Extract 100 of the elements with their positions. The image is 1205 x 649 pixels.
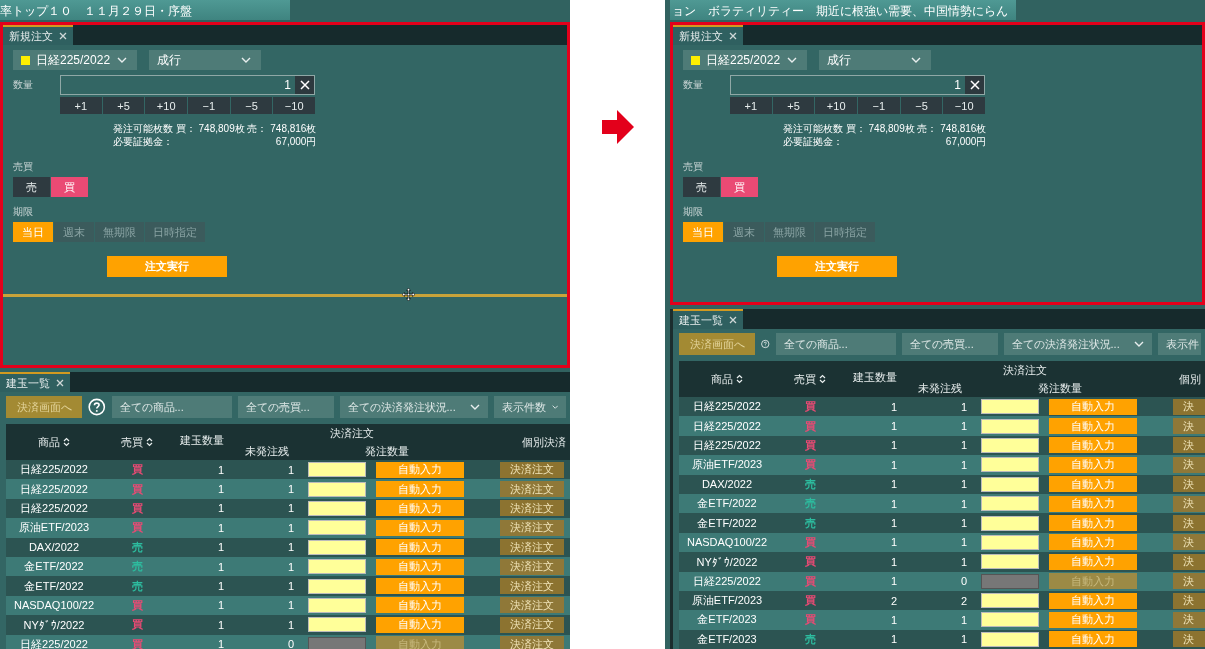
step-button[interactable]: +5: [102, 97, 145, 114]
side-button[interactable]: 売: [683, 177, 720, 197]
settle-order-button[interactable]: 決: [1173, 476, 1205, 493]
column-header[interactable]: 商品: [6, 434, 102, 450]
side-button[interactable]: 売: [13, 177, 50, 197]
order-quantity-field[interactable]: [308, 597, 366, 613]
settle-order-button[interactable]: 決: [1173, 534, 1205, 551]
settle-order-button[interactable]: 決済注文: [500, 461, 564, 478]
order-type-dropdown[interactable]: 成行: [149, 50, 261, 70]
term-button[interactable]: 当日: [683, 222, 723, 242]
submit-order-button[interactable]: 注文実行: [777, 256, 897, 277]
term-button[interactable]: 当日: [13, 222, 53, 242]
news-ticker[interactable]: ョン ボラティリティー 期近に根強い需要、中国情勢にらん: [670, 0, 1016, 20]
auto-input-button[interactable]: 自動入力: [1049, 592, 1137, 609]
settle-order-button[interactable]: 決済注文: [500, 578, 564, 595]
order-tab[interactable]: 新規注文: [673, 25, 743, 45]
column-header[interactable]: 商品: [679, 371, 775, 387]
settlement-screen-button[interactable]: 決済画面へ: [679, 333, 755, 355]
settle-order-button[interactable]: 決済注文: [500, 597, 564, 614]
order-quantity-field[interactable]: [981, 418, 1039, 434]
auto-input-button[interactable]: 自動入力: [1049, 612, 1137, 628]
order-quantity-field[interactable]: [308, 617, 366, 633]
order-quantity-field[interactable]: [981, 476, 1039, 492]
step-button[interactable]: −5: [900, 97, 943, 114]
order-quantity-field[interactable]: [981, 515, 1039, 531]
term-button[interactable]: 日時指定: [145, 222, 205, 242]
settle-order-button[interactable]: 決: [1173, 592, 1205, 609]
order-quantity-field[interactable]: [981, 554, 1039, 570]
order-quantity-field[interactable]: [308, 500, 366, 516]
term-button[interactable]: 無期限: [765, 222, 814, 242]
auto-input-button[interactable]: 自動入力: [1049, 456, 1137, 473]
filter-dropdown[interactable]: 全ての決済発注状況...: [1003, 333, 1152, 355]
order-quantity-field[interactable]: [981, 496, 1039, 512]
filter-field[interactable]: 全ての売買...: [237, 396, 334, 418]
settle-order-button[interactable]: 決: [1173, 418, 1205, 435]
auto-input-button[interactable]: 自動入力: [1049, 418, 1137, 435]
column-header[interactable]: 売買: [102, 434, 172, 450]
order-tab[interactable]: 新規注文: [3, 25, 73, 45]
order-quantity-field[interactable]: [981, 534, 1039, 550]
settle-order-button[interactable]: 決: [1173, 437, 1205, 454]
step-button[interactable]: −1: [188, 97, 230, 114]
settle-order-button[interactable]: 決済注文: [500, 481, 564, 498]
term-button[interactable]: 日時指定: [815, 222, 875, 242]
filter-dropdown[interactable]: 全ての決済発注状況...: [339, 396, 488, 418]
step-button[interactable]: −1: [858, 97, 900, 114]
filter-field[interactable]: 全ての売買...: [901, 333, 998, 355]
settle-order-button[interactable]: 決: [1173, 495, 1205, 512]
auto-input-button[interactable]: 自動入力: [376, 500, 464, 517]
auto-input-button[interactable]: 自動入力: [1049, 476, 1137, 493]
auto-input-button[interactable]: 自動入力: [376, 461, 464, 478]
splitter-handle[interactable]: [3, 294, 567, 297]
step-button[interactable]: +5: [772, 97, 815, 114]
settle-order-button[interactable]: 決済注文: [500, 558, 564, 575]
step-button[interactable]: +10: [815, 97, 857, 114]
submit-order-button[interactable]: 注文実行: [107, 256, 227, 277]
auto-input-button[interactable]: 自動入力: [376, 519, 464, 536]
order-quantity-field[interactable]: [981, 612, 1039, 628]
auto-input-button[interactable]: 自動入力: [1049, 495, 1137, 512]
order-quantity-field[interactable]: [981, 457, 1039, 473]
auto-input-button[interactable]: 自動入力: [1049, 437, 1137, 454]
auto-input-button[interactable]: 自動入力: [376, 539, 464, 556]
positions-tab[interactable]: 建玉一覧: [673, 309, 743, 329]
auto-input-button[interactable]: 自動入力: [376, 558, 464, 575]
settle-order-button[interactable]: 決済注文: [500, 616, 564, 633]
order-type-dropdown[interactable]: 成行: [819, 50, 931, 70]
term-button[interactable]: 無期限: [95, 222, 144, 242]
order-quantity-field[interactable]: [981, 399, 1039, 415]
auto-input-button[interactable]: 自動入力: [1049, 534, 1137, 551]
auto-input-button[interactable]: 自動入力: [376, 578, 464, 595]
order-quantity-field[interactable]: [308, 462, 366, 478]
settle-order-button[interactable]: 決済注文: [500, 500, 564, 517]
order-quantity-field[interactable]: [308, 559, 366, 575]
order-quantity-field[interactable]: [981, 631, 1039, 647]
order-quantity-field[interactable]: [981, 593, 1039, 609]
filter-field[interactable]: 全ての商品...: [775, 333, 896, 355]
auto-input-button[interactable]: 自動入力: [1049, 631, 1137, 648]
auto-input-button[interactable]: 自動入力: [376, 481, 464, 498]
side-button[interactable]: 買: [51, 177, 88, 197]
product-dropdown[interactable]: 日経225/2022: [13, 50, 137, 70]
settle-order-button[interactable]: 決: [1173, 553, 1205, 570]
step-button[interactable]: −5: [230, 97, 273, 114]
settle-order-button[interactable]: 決済注文: [500, 539, 564, 556]
settle-order-button[interactable]: 決: [1173, 515, 1205, 532]
filter-field[interactable]: 全ての商品...: [111, 396, 232, 418]
order-quantity-field[interactable]: [308, 578, 366, 594]
settlement-screen-button[interactable]: 決済画面へ: [6, 396, 82, 418]
filter-field[interactable]: 表示件: [1157, 333, 1201, 355]
step-button[interactable]: +10: [145, 97, 187, 114]
filter-dropdown[interactable]: 表示件数: [493, 396, 566, 418]
product-dropdown[interactable]: 日経225/2022: [683, 50, 807, 70]
help-icon[interactable]: [88, 398, 106, 416]
settle-order-button[interactable]: 決: [1173, 456, 1205, 473]
step-button[interactable]: +1: [730, 97, 772, 114]
auto-input-button[interactable]: 自動入力: [1049, 515, 1137, 532]
settle-order-button[interactable]: 決: [1173, 398, 1205, 415]
term-button[interactable]: 週末: [54, 222, 94, 242]
auto-input-button[interactable]: 自動入力: [1049, 398, 1137, 415]
step-button[interactable]: −10: [273, 97, 316, 114]
settle-order-button[interactable]: 決済注文: [500, 519, 564, 536]
positions-tab[interactable]: 建玉一覧: [0, 372, 70, 392]
